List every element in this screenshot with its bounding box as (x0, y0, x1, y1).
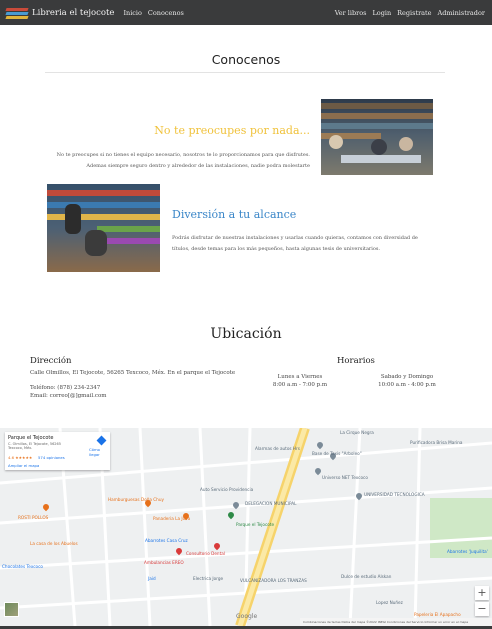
place-address: C. Olmillos, El Tejocote, 56265 Texcoco,… (8, 442, 61, 450)
map-label: Electrica Jorge (193, 576, 224, 581)
zoom-in-button[interactable]: + (475, 586, 489, 600)
map-label: La Cirque Negra (340, 430, 374, 435)
map-label: Ambulancias EREO (144, 560, 184, 565)
weekday-label: Lunes a Viernes (277, 374, 323, 380)
phone-text: Teléfono: (878) 234-2347 (30, 385, 101, 391)
feature2-title: Diversión a tu alcance (172, 208, 297, 221)
embedded-map[interactable]: Alarmas de autos Hrs Base de Taxis "Arbo… (0, 428, 492, 626)
map-label: Chocolates Texcoco (2, 564, 43, 569)
brand-name[interactable]: Libreria el tejocote (32, 8, 114, 18)
place-rating: 4.6 ★★★★★ (8, 455, 33, 460)
satellite-toggle-thumbnail[interactable] (4, 602, 19, 617)
zoom-out-button[interactable]: − (475, 602, 489, 616)
map-label: Alarmas de autos Hrs (255, 446, 300, 451)
map-label: Purificadora Brisa Marina (410, 440, 463, 445)
directions-icon[interactable] (96, 435, 107, 446)
map-label: ROSTI POLLOS (18, 515, 49, 520)
feature2-text: Podrás disfrutar de nuestras instalacion… (172, 235, 418, 252)
map-label: Base de Taxis "Arboleo" (312, 451, 362, 456)
ubicacion-title: Ubicación (210, 326, 282, 342)
map-label: Panaderia La Jova (153, 516, 191, 521)
map-label: DELEGACION MUNICIPAL (245, 501, 297, 506)
nav-link-ver-libros[interactable]: Ver libros (335, 9, 367, 17)
map-attribution[interactable]: Combinaciones de teclas Datos del mapa ©… (300, 618, 492, 626)
weekend-hours: 10:00 a.m - 4:00 p.m (378, 382, 436, 388)
map-label: Hamburguesas Doña Chuy (108, 497, 164, 502)
place-info-card: Parque el Tejocote C. Olmillos, El Tejoc… (5, 432, 110, 470)
map-label: Lopez Nuñez (376, 600, 403, 605)
email-text: Email: correo[@]gmail.com (30, 393, 107, 399)
larger-map-link[interactable]: Ampliar el mapa (8, 463, 39, 468)
nav-right: Ver libros Login Registrate Administrado… (329, 0, 485, 25)
feature1-title: No te preocupes por nada... (154, 124, 310, 137)
feature1-text: No te preocupes si no tienes el equipo n… (56, 152, 310, 169)
place-title: Parque el Tejocote (8, 435, 54, 441)
map-label: Universo NET Texcoco (322, 475, 368, 480)
nav-link-login[interactable]: Login (372, 9, 391, 17)
library-reading-photo (321, 99, 433, 175)
google-logo: Google (236, 613, 258, 620)
horarios-heading: Horarios (337, 356, 375, 366)
library-children-photo (47, 184, 160, 272)
nav-link-administrador[interactable]: Administrador (438, 9, 485, 17)
nav-link-conocenos[interactable]: Conocenos (148, 9, 184, 17)
nav-link-registrate[interactable]: Registrate (397, 9, 431, 17)
address-text: Calle Olmillos, El Tejocote, 56265 Texco… (30, 370, 236, 376)
map-label: Auto Servicio Providencia (200, 487, 254, 492)
weekend-label: Sabado y Domingo (380, 374, 434, 380)
map-label: UNIVERSIDAD TECNOLOGICA (364, 492, 425, 497)
brand[interactable]: Libreria el tejocote (5, 6, 114, 20)
map-label: Abarrotes 'Juquilita' (447, 549, 488, 554)
place-reviews-link[interactable]: 574 opiniones (38, 455, 65, 460)
weekday-hours: 8:00 a.m - 7:00 p.m (272, 382, 328, 388)
conocenos-title: Conocenos (211, 52, 281, 67)
map-label: VULCANIZADORA LOS TRANZAS (240, 578, 307, 583)
map-label: La casa de los Abuelos (30, 541, 78, 546)
directions-link[interactable]: Cómo llegar (89, 447, 110, 457)
nav-link-inicio[interactable]: Inicio (123, 9, 141, 17)
map-label: Consultorio Dental (186, 551, 225, 556)
section-divider (45, 72, 445, 73)
direccion-heading: Dirección (30, 356, 72, 366)
map-label: Dulce de estudio Alskan (341, 574, 392, 579)
nav-left: Inicio Conocenos (123, 9, 189, 17)
books-logo-icon (5, 6, 29, 20)
map-label: Papeleria El Apapacho (414, 612, 461, 617)
navbar: Libreria el tejocote Inicio Conocenos Ve… (0, 0, 492, 25)
map-label: Jaid (148, 576, 156, 581)
map-label: Abarrotes Casa Cruz (145, 538, 188, 543)
map-label: Parque el Tejocote (236, 522, 275, 527)
